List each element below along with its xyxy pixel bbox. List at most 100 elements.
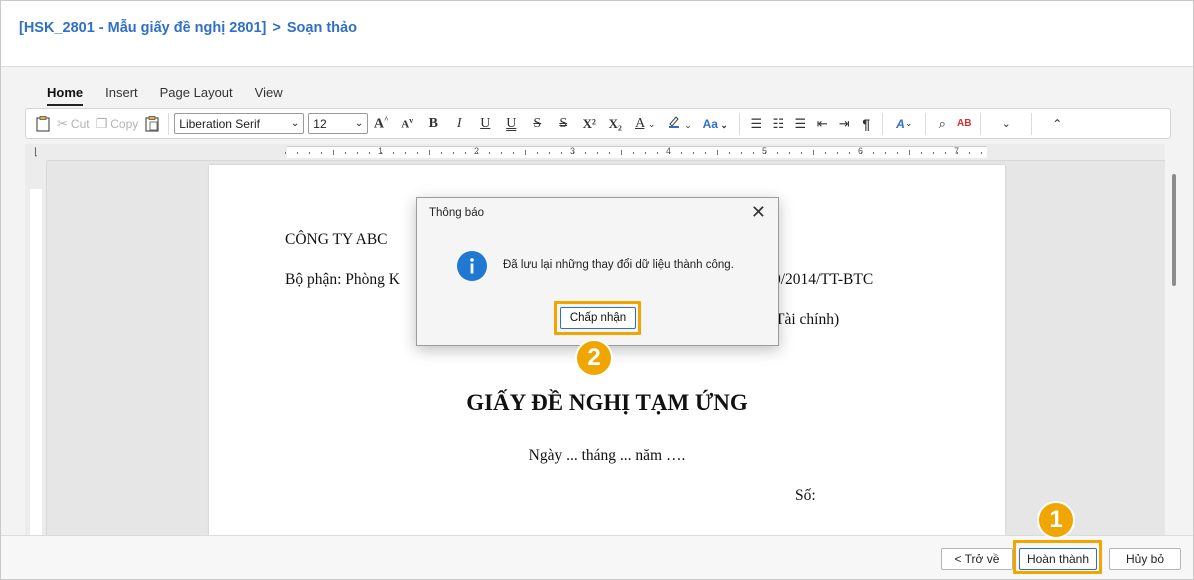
ruler-number: 1 xyxy=(378,146,384,156)
tab-insert[interactable]: Insert xyxy=(105,85,138,106)
ruler-tick xyxy=(801,152,802,154)
italic-button[interactable]: I xyxy=(446,116,472,132)
ruler-tick xyxy=(837,152,838,154)
chevron-down-icon: ⌄ xyxy=(290,118,300,129)
ruler-tick xyxy=(681,152,682,154)
ruler-tick xyxy=(981,152,982,154)
ruler-tick xyxy=(825,152,826,154)
chevron-down-icon: ⌄ xyxy=(1001,118,1011,130)
ruler-tick xyxy=(657,152,658,154)
font-color-icon: A xyxy=(635,115,645,131)
ruler-tick xyxy=(513,152,514,154)
ruler-tick xyxy=(789,152,790,154)
tab-home[interactable]: Home xyxy=(47,85,84,106)
ruler-tick xyxy=(921,152,922,154)
tab-view[interactable]: View xyxy=(255,85,283,106)
ruler-tick xyxy=(849,152,850,154)
vertical-scrollbar[interactable] xyxy=(1165,144,1183,535)
indent-increase-icon: ⇥ xyxy=(838,115,850,131)
ruler-tick xyxy=(321,152,322,154)
shrink-font-button[interactable]: Av xyxy=(394,116,420,131)
collapse-ribbon-button[interactable]: ⌃ xyxy=(1037,113,1077,135)
finish-button-highlight xyxy=(1013,540,1102,574)
paste-button[interactable] xyxy=(32,113,54,135)
ruler-tick xyxy=(705,152,706,154)
double-underline-button[interactable]: U xyxy=(498,116,524,132)
font-color-button[interactable]: A ⌄ xyxy=(628,116,662,132)
double-strikethrough-button[interactable]: S xyxy=(550,116,576,132)
ruler-tick xyxy=(525,150,526,155)
ruler-number: 2 xyxy=(474,146,480,156)
tab-page-layout[interactable]: Page Layout xyxy=(160,85,233,106)
ruler-corner[interactable]: ⌊ xyxy=(25,144,47,161)
breadcrumb-current: Soạn thảo xyxy=(286,20,357,36)
change-case-icon: Aa xyxy=(702,116,718,131)
ruler-tick xyxy=(741,152,742,154)
ruler-number: 4 xyxy=(666,146,672,156)
ribbon-separator xyxy=(980,112,982,135)
horizontal-ruler[interactable]: 1 2 3 4 5 6 7 xyxy=(47,144,1165,161)
ruler-tick xyxy=(645,152,646,154)
step-marker-1: 1 xyxy=(1037,501,1075,539)
scrollbar-thumb[interactable] xyxy=(1172,174,1176,286)
clipboard-icon xyxy=(36,115,50,132)
ribbon-toolbar: ✂ Cut ❐ Copy Liberation Serif ⌄ 12 ⌄ A^ … xyxy=(25,108,1171,139)
font-family-select[interactable]: Liberation Serif ⌄ xyxy=(174,113,305,134)
multilevel-list-button[interactable]: ☰ xyxy=(789,113,811,135)
bold-button[interactable]: B xyxy=(420,116,446,132)
font-size-select[interactable]: 12 ⌄ xyxy=(308,113,369,134)
bullets-button[interactable]: ☰ xyxy=(745,113,767,135)
replace-button[interactable]: AB xyxy=(953,113,975,135)
cut-button[interactable]: ✂ Cut xyxy=(54,113,93,135)
grow-font-icon: A xyxy=(373,116,384,132)
app-window: [HSK_2801 - Mẫu giấy đề nghị 2801] > Soạ… xyxy=(0,0,1194,580)
styles-button[interactable]: A ⌄ xyxy=(888,113,920,135)
date-line: Ngày ... tháng ... năm …. xyxy=(528,447,686,464)
decrease-indent-button[interactable]: ⇤ xyxy=(811,113,833,135)
superscript-button[interactable]: X² xyxy=(576,116,602,132)
ruler-tick xyxy=(561,152,562,154)
font-size-value: 12 xyxy=(313,116,327,131)
change-case-button[interactable]: Aa ⌄ xyxy=(696,117,734,131)
ribbon-separator xyxy=(739,112,741,135)
ruler-tick xyxy=(897,152,898,154)
grow-font-button[interactable]: A^ xyxy=(368,115,394,133)
numbered-list-icon: ☷ xyxy=(772,115,785,131)
ruler-tick xyxy=(489,152,490,154)
ruler-tick xyxy=(357,152,358,154)
breadcrumb-document[interactable]: [HSK_2801 - Mẫu giấy đề nghị 2801] xyxy=(19,20,266,36)
ruler-tick xyxy=(405,152,406,154)
strikethrough-button[interactable]: S xyxy=(524,116,550,132)
ruler-tick xyxy=(345,152,346,154)
more-options-button[interactable]: ⌄ xyxy=(986,113,1026,135)
copy-button[interactable]: ❐ Copy xyxy=(93,113,142,135)
ruler-number: 7 xyxy=(954,146,960,156)
ruler-tick xyxy=(549,152,550,154)
ruler-text-area xyxy=(30,189,42,535)
find-button[interactable]: ⌕ xyxy=(931,113,953,135)
page-header: [HSK_2801 - Mẫu giấy đề nghị 2801] > Soạ… xyxy=(1,1,1193,67)
replace-icon: AB xyxy=(957,118,972,129)
back-button[interactable]: < Trở về xyxy=(941,548,1013,570)
close-icon[interactable]: ✕ xyxy=(751,203,766,221)
numbering-button[interactable]: ☷ xyxy=(767,113,789,135)
ruler-tick xyxy=(945,152,946,154)
underline-button[interactable]: U xyxy=(472,116,498,132)
chevron-down-icon: ⌄ xyxy=(684,120,692,130)
ruler-tick xyxy=(909,150,910,155)
highlight-button[interactable]: ⌄ xyxy=(662,114,696,133)
chevron-down-icon: ⌄ xyxy=(904,118,913,128)
increase-indent-button[interactable]: ⇥ xyxy=(833,113,855,135)
ruler-tick xyxy=(633,152,634,154)
vertical-ruler[interactable] xyxy=(25,161,47,535)
paste-special-button[interactable] xyxy=(141,113,163,135)
ruler-tick xyxy=(333,150,334,155)
show-marks-button[interactable]: ¶ xyxy=(855,113,877,135)
cancel-button[interactable]: Hủy bỏ xyxy=(1109,548,1181,570)
dialog-title: Thông báo xyxy=(429,207,484,219)
ruler-tick xyxy=(693,152,694,154)
multilevel-list-icon: ☰ xyxy=(794,115,807,131)
subscript-button[interactable]: X₂ xyxy=(602,116,628,132)
highlighter-icon xyxy=(668,116,679,128)
ruler-tick xyxy=(969,152,970,154)
